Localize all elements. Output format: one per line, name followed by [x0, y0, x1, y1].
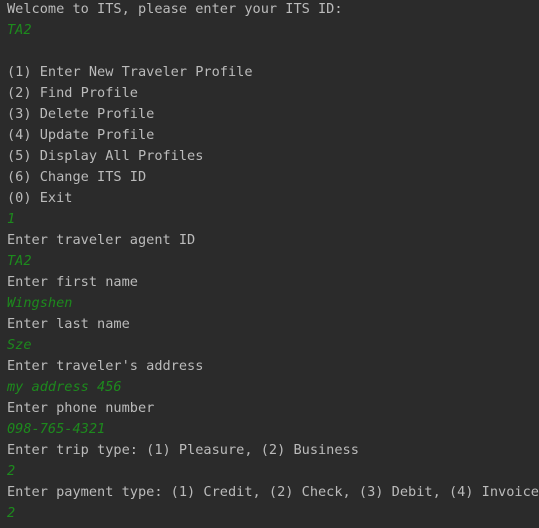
menu-option-delete-profile: (3) Delete Profile [7, 106, 155, 122]
console-input-agent-id: TA2 [7, 253, 32, 269]
menu-option-change-its-id: (6) Change ITS ID [7, 169, 147, 185]
console-input-payment-type: 2 [7, 505, 16, 521]
console-input-trip-type: 2 [7, 463, 16, 479]
menu-option-display-profiles: (5) Display All Profiles [7, 148, 204, 164]
console-input-first-name: Wingshen [7, 295, 73, 311]
menu-option-enter-profile: (1) Enter New Traveler Profile [7, 64, 253, 80]
console-line-prompt-its-id: Welcome to ITS, please enter your ITS ID… [7, 1, 343, 17]
menu-option-update-profile: (4) Update Profile [7, 127, 155, 143]
console-input-its-id: TA2 [7, 22, 32, 38]
console-input-last-name: Sze [7, 337, 32, 353]
menu-option-exit: (0) Exit [7, 190, 73, 206]
menu-option-find-profile: (2) Find Profile [7, 85, 138, 101]
console-prompt-last-name: Enter last name [7, 316, 130, 332]
console-output[interactable]: Welcome to ITS, please enter your ITS ID… [0, 0, 539, 528]
console-prompt-trip-type: Enter trip type: (1) Pleasure, (2) Busin… [7, 442, 359, 458]
console-prompt-agent-id: Enter traveler agent ID [7, 232, 196, 248]
console-input-address: my address 456 [7, 379, 122, 395]
console-prompt-first-name: Enter first name [7, 274, 138, 290]
console-prompt-phone: Enter phone number [7, 400, 155, 416]
console-prompt-address: Enter traveler's address [7, 358, 204, 374]
console-prompt-payment-type: Enter payment type: (1) Credit, (2) Chec… [7, 484, 539, 500]
console-input-phone: 098-765-4321 [7, 421, 106, 437]
console-input-menu-choice: 1 [7, 211, 16, 227]
